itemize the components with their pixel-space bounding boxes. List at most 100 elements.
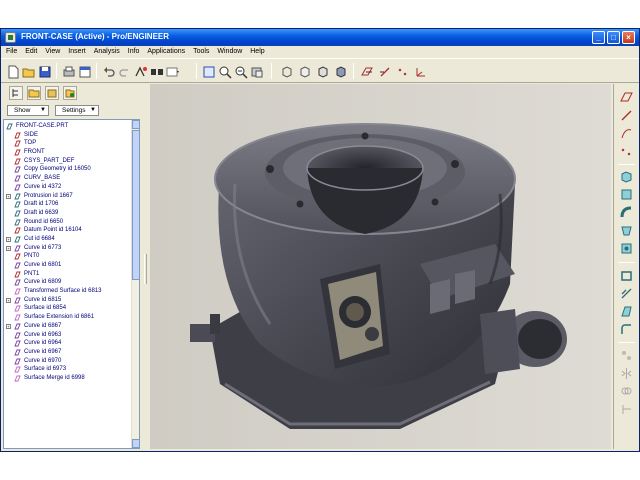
new-file-icon[interactable] (5, 64, 19, 79)
find-icon[interactable] (149, 64, 163, 78)
expand-toggle-icon[interactable]: + (6, 245, 11, 251)
history-tab-icon[interactable] (63, 86, 77, 100)
tree-item[interactable]: CSYS_PART_DEF (4, 157, 132, 166)
menu-window[interactable]: Window (217, 46, 242, 58)
trim-tool-icon[interactable] (619, 402, 634, 417)
round-tool-icon[interactable] (619, 322, 634, 337)
tree-item[interactable]: Curve id 6963 (4, 331, 132, 340)
tree-item[interactable]: Draft id 6639 (4, 209, 132, 218)
graphics-viewport[interactable] (150, 84, 611, 449)
menu-view[interactable]: View (45, 46, 60, 58)
datum-curve-tool-icon[interactable] (619, 126, 634, 141)
menu-edit[interactable]: Edit (25, 46, 37, 58)
tree-item[interactable]: PNT1 (4, 270, 132, 279)
save-icon[interactable] (37, 64, 51, 78)
shell-tool-icon[interactable] (619, 268, 634, 283)
refit-icon[interactable] (201, 64, 215, 78)
tree-item[interactable]: CURV_BASE (4, 174, 132, 183)
show-dropdown[interactable]: Show ▼ (7, 105, 49, 116)
menu-info[interactable]: Info (128, 46, 140, 58)
tree-item[interactable]: Transformed Surface id 6813 (4, 287, 132, 296)
tree-item[interactable]: + Protrusion id 1667 (4, 192, 132, 201)
zoom-out-icon[interactable] (233, 64, 248, 79)
mirror-tool-icon[interactable] (619, 366, 634, 381)
tree-item[interactable]: Surface Extension id 6861 (4, 313, 132, 322)
datum-point-tool-icon[interactable] (619, 144, 634, 159)
menu-help[interactable]: Help (250, 46, 264, 58)
menu-insert[interactable]: Insert (68, 46, 86, 58)
scroll-down-button[interactable] (132, 439, 139, 448)
maximize-button[interactable]: □ (607, 31, 620, 44)
front-case-3d-model[interactable] (150, 84, 611, 449)
settings-dropdown[interactable]: Settings ▼ (55, 105, 99, 116)
close-button[interactable]: × (622, 31, 635, 44)
tree-item[interactable]: SIDE (4, 131, 132, 140)
expand-toggle-icon[interactable]: + (6, 236, 11, 242)
title-bar[interactable]: FRONT-CASE (Active) - Pro/ENGINEER _ □ × (1, 29, 639, 46)
extrude-tool-icon[interactable] (619, 169, 634, 184)
print-icon[interactable] (61, 64, 75, 78)
expand-toggle-icon[interactable]: + (6, 297, 11, 303)
menu-file[interactable]: File (6, 46, 17, 58)
datum-planes-icon[interactable] (359, 64, 373, 78)
tree-item[interactable]: FRONT-CASE.PRT (4, 122, 132, 131)
undo-icon[interactable] (101, 64, 115, 78)
tree-item[interactable]: + Curve id 6815 (4, 296, 132, 305)
open-folder-icon[interactable] (21, 64, 35, 78)
menu-tools[interactable]: Tools (193, 46, 209, 58)
datum-axes-icon[interactable] (377, 64, 391, 78)
window-icon[interactable] (77, 64, 91, 78)
revolve-tool-icon[interactable] (619, 187, 634, 202)
scroll-thumb[interactable] (132, 130, 139, 280)
scroll-up-button[interactable] (132, 120, 139, 129)
redo-icon[interactable] (117, 64, 131, 78)
csys-display-icon[interactable] (413, 64, 427, 78)
zoom-in-icon[interactable] (217, 64, 232, 79)
tree-item[interactable]: PNT0 (4, 252, 132, 261)
model-tree[interactable]: FRONT-CASE.PRT SIDE TOP FRONT CSYS_PART_DEF C… (3, 119, 140, 449)
blend-tool-icon[interactable] (619, 223, 634, 238)
minimize-button[interactable]: _ (592, 31, 605, 44)
expand-toggle-icon[interactable]: + (6, 193, 11, 199)
repaint-icon[interactable] (249, 64, 263, 78)
no-hidden-icon[interactable] (315, 64, 329, 78)
menu-analysis[interactable]: Analysis (94, 46, 120, 58)
datum-plane-tool-icon[interactable] (619, 90, 634, 105)
tree-item[interactable]: Curve id 6967 (4, 348, 132, 357)
datum-axis-tool-icon[interactable] (619, 108, 634, 123)
tree-item[interactable]: Round id 6650 (4, 218, 132, 227)
pattern-tool-icon[interactable] (619, 348, 634, 363)
merge-tool-icon[interactable] (619, 384, 634, 399)
tree-item[interactable]: Curve id 4372 (4, 183, 132, 192)
tree-item[interactable]: Curve id 6809 (4, 278, 132, 287)
hidden-line-icon[interactable] (297, 64, 311, 78)
folder-browser-tab-icon[interactable] (27, 86, 41, 100)
tree-item[interactable]: Curve id 6970 (4, 357, 132, 366)
favorites-tab-icon[interactable] (45, 86, 59, 100)
tree-item[interactable]: Draft id 1706 (4, 200, 132, 209)
rib-tool-icon[interactable] (619, 286, 634, 301)
tree-item[interactable]: Surface Merge id 6998 (4, 374, 132, 383)
shading-icon[interactable] (333, 64, 347, 78)
select-dropdown-icon[interactable] (165, 64, 179, 78)
model-tree-tab-icon[interactable] (9, 86, 23, 100)
tree-item[interactable]: + Curve id 6773 (4, 244, 132, 253)
tree-item[interactable]: Surface id 6854 (4, 304, 132, 313)
tree-item[interactable]: TOP (4, 139, 132, 148)
tree-item[interactable]: Datum Point id 16104 (4, 226, 132, 235)
wireframe-icon[interactable] (279, 64, 293, 78)
panel-splitter[interactable] (142, 84, 150, 449)
tree-item[interactable]: FRONT (4, 148, 132, 157)
datum-points-icon[interactable] (395, 64, 409, 78)
expand-toggle-icon[interactable]: + (6, 323, 11, 329)
regenerate-icon[interactable] (133, 64, 147, 78)
draft-tool-icon[interactable] (619, 304, 634, 319)
tree-item[interactable]: + Curve id 6867 (4, 322, 132, 331)
tree-scrollbar[interactable] (131, 120, 139, 448)
tree-item[interactable]: Surface id 6973 (4, 365, 132, 374)
menu-applications[interactable]: Applications (147, 46, 185, 58)
hole-tool-icon[interactable] (619, 241, 634, 256)
tree-item[interactable]: + Cut id 6684 (4, 235, 132, 244)
tree-item[interactable]: Copy Geometry id 16050 (4, 165, 132, 174)
sweep-tool-icon[interactable] (619, 205, 634, 220)
